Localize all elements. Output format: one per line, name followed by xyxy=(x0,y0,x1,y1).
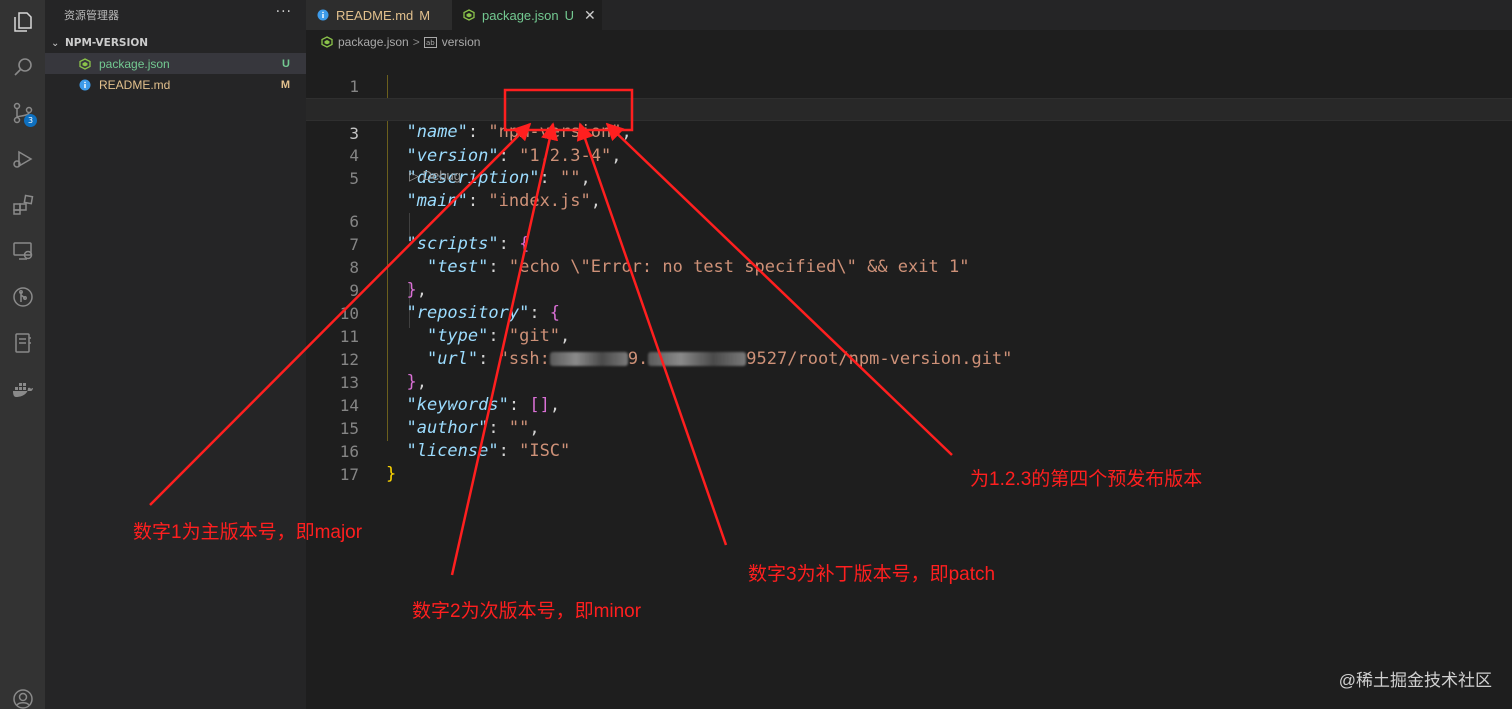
explorer-sidebar: 资源管理器 ··· ⌄ NPM-VERSION package.json U R… xyxy=(45,0,306,709)
debug-codelens[interactable]: ▷ Debug xyxy=(409,168,461,184)
annotation-minor: 数字2为次版本号，即minor xyxy=(412,601,642,622)
breadcrumb: package.json > ab version xyxy=(320,33,480,51)
watermark: @稀土掘金技术社区 xyxy=(1338,671,1492,690)
source-control-icon[interactable]: 3 xyxy=(9,99,37,127)
line-number: 17 xyxy=(339,465,359,484)
code-line: 11 "url": "ssh: 9. 9527/root/npm-version.g… xyxy=(306,302,1512,369)
git-status-badge: U xyxy=(282,57,290,70)
file-item-readme[interactable]: README.md M xyxy=(45,74,306,95)
tab-bar: README.md M package.json U ✕ xyxy=(306,0,1512,30)
json-file-icon xyxy=(462,8,476,22)
code-line: 8 }, xyxy=(306,233,1512,300)
extensions-icon[interactable] xyxy=(9,191,36,218)
docker-icon[interactable] xyxy=(9,375,36,402)
explorer-title: 资源管理器 xyxy=(64,9,119,22)
chevron-down-icon: ⌄ xyxy=(51,37,60,49)
breadcrumb-symbol[interactable]: version xyxy=(442,35,481,49)
annotation-patch: 数字3为补丁版本号，即patch xyxy=(748,564,996,585)
search-icon[interactable] xyxy=(9,53,36,80)
tab-label: README.md xyxy=(336,7,414,23)
code-line: 16 } xyxy=(306,417,1512,484)
files-icon[interactable] xyxy=(9,8,36,35)
code-line: 9 "repository": { xyxy=(306,256,1512,323)
code-line: 10 "type": "git", xyxy=(306,279,1512,346)
tab-package-json[interactable]: package.json U ✕ xyxy=(452,0,602,30)
git-status-badge: M xyxy=(280,78,290,91)
tab-label: package.json xyxy=(482,7,559,23)
notebook-icon[interactable] xyxy=(9,329,36,356)
svg-text:ab: ab xyxy=(426,39,435,47)
code-line-current: 3 "version": "1.2.3-4", xyxy=(306,98,1512,166)
activity-bar: 3 xyxy=(0,0,45,709)
breadcrumb-file[interactable]: package.json xyxy=(338,35,409,49)
annotation-prerelease: 为1.2.3的第四个预发布版本 xyxy=(970,469,1203,490)
account-icon[interactable] xyxy=(9,685,36,709)
run-debug-icon[interactable] xyxy=(9,145,36,172)
remote-explorer-icon[interactable] xyxy=(9,237,36,264)
info-icon xyxy=(79,79,91,91)
code-line: 4 "description": "", xyxy=(306,121,1512,188)
annotation-major: 数字1为主版本号，即major xyxy=(133,522,363,543)
code-line: 2 "name": "npm-version", xyxy=(306,75,1512,142)
folder-name: NPM-VERSION xyxy=(65,37,149,49)
json-file-icon xyxy=(79,57,91,70)
breadcrumb-separator: > xyxy=(412,35,420,49)
close-icon[interactable]: ✕ xyxy=(584,7,596,24)
file-name: README.md xyxy=(99,77,171,92)
code-line: 12 }, xyxy=(306,325,1512,392)
tab-status: U xyxy=(564,7,575,23)
file-item-package-json[interactable]: package.json U xyxy=(45,53,306,74)
scm-badge: 3 xyxy=(24,114,37,127)
code-line: 7 "test": "echo \"Error: no test specifi… xyxy=(306,210,1512,277)
code-line: 5 "main": "index.js", xyxy=(306,144,1512,211)
tab-readme[interactable]: README.md M xyxy=(306,0,452,30)
git-graph-icon[interactable] xyxy=(9,283,36,310)
info-icon xyxy=(316,8,330,22)
more-actions-button[interactable]: ··· xyxy=(276,4,292,20)
code-line: 15 "license": "ISC" xyxy=(306,394,1512,461)
code-line: 6 "scripts": { xyxy=(306,187,1512,254)
code-line: 14 "author": "", xyxy=(306,371,1512,438)
tab-status: M xyxy=(419,7,431,23)
file-name: package.json xyxy=(99,56,170,71)
code-line: 1 { xyxy=(306,52,1512,119)
folder-npm-version[interactable]: ⌄ NPM-VERSION xyxy=(45,33,306,53)
json-file-icon xyxy=(320,35,334,49)
code-line: 17 xyxy=(306,440,1512,484)
string-symbol-icon: ab xyxy=(424,35,438,49)
code-line: 13 "keywords": [], xyxy=(306,348,1512,415)
